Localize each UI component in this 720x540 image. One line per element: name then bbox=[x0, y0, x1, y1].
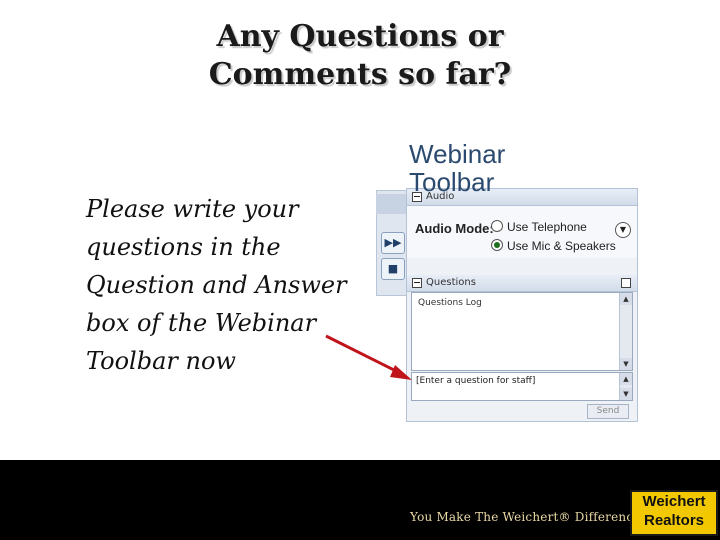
toolbar-label-line-1: Webinar bbox=[409, 139, 506, 169]
footer-bar: You Make The Weichert® Difference. Weich… bbox=[0, 460, 720, 540]
send-button[interactable]: Send bbox=[587, 404, 629, 419]
popout-icon[interactable] bbox=[621, 278, 631, 288]
option-label: Use Mic & Speakers bbox=[507, 239, 616, 253]
toolbar-label-line-2: Toolbar bbox=[409, 167, 495, 197]
audio-mode-label: Audio Mode: bbox=[415, 221, 494, 236]
questions-section-header[interactable]: Questions bbox=[407, 275, 637, 292]
question-input-scrollbar[interactable]: ▲ ▼ bbox=[619, 373, 632, 400]
question-input-placeholder: [Enter a question for staff] bbox=[416, 376, 536, 386]
stop-icon[interactable]: ■ bbox=[381, 258, 405, 280]
logo-line-1: Weichert bbox=[642, 493, 706, 510]
webinar-toolbar-panel: Audio Audio Mode: Use Telephone Use Mic … bbox=[406, 188, 638, 422]
fast-forward-icon[interactable]: ▶▶ bbox=[381, 232, 405, 254]
scroll-down-icon[interactable]: ▼ bbox=[620, 388, 632, 400]
instruction-line: Toolbar now bbox=[86, 347, 236, 375]
radio-telephone[interactable] bbox=[491, 220, 503, 232]
slide-title: Any Questions or Comments so far? bbox=[0, 18, 720, 94]
scroll-up-icon[interactable]: ▲ bbox=[620, 373, 632, 385]
questions-log-label: Questions Log bbox=[418, 298, 482, 308]
instruction-line: questions in the bbox=[86, 233, 281, 261]
logo-line-2: Realtors bbox=[643, 512, 705, 529]
instruction-line: box of the Webinar bbox=[86, 309, 317, 337]
scroll-down-icon[interactable]: ▼ bbox=[620, 358, 632, 370]
scroll-up-icon[interactable]: ▲ bbox=[620, 293, 632, 305]
instruction-line: Question and Answer bbox=[86, 271, 347, 299]
instruction-line: Please write your bbox=[86, 195, 299, 223]
title-line-2: Comments so far? bbox=[208, 57, 512, 92]
option-label: Use Telephone bbox=[507, 220, 587, 234]
questions-log-scrollbar[interactable]: ▲ ▼ bbox=[619, 293, 632, 370]
use-telephone-option[interactable]: Use Telephone bbox=[491, 220, 587, 234]
questions-section-label: Questions bbox=[426, 277, 476, 288]
instruction-text: Please write your questions in the Quest… bbox=[86, 190, 376, 380]
questions-log[interactable]: Questions Log ▲ ▼ bbox=[411, 292, 633, 371]
audio-section: Audio Mode: Use Telephone Use Mic & Spea… bbox=[407, 206, 637, 258]
question-input[interactable]: [Enter a question for staff] ▲ ▼ bbox=[411, 372, 633, 401]
radio-mic-speakers[interactable] bbox=[491, 239, 503, 251]
use-mic-speakers-option[interactable]: Use Mic & Speakers bbox=[491, 239, 616, 253]
footer-tagline: You Make The Weichert® Difference. bbox=[410, 510, 645, 524]
weichert-logo: Weichert Realtors bbox=[630, 490, 718, 536]
collapse-icon[interactable] bbox=[412, 278, 422, 288]
title-line-1: Any Questions or bbox=[216, 19, 504, 54]
webinar-toolbar-label: Webinar Toolbar bbox=[409, 140, 589, 196]
toolbar-side-grip bbox=[376, 194, 406, 214]
chevron-down-icon[interactable]: ▼ bbox=[615, 222, 631, 238]
